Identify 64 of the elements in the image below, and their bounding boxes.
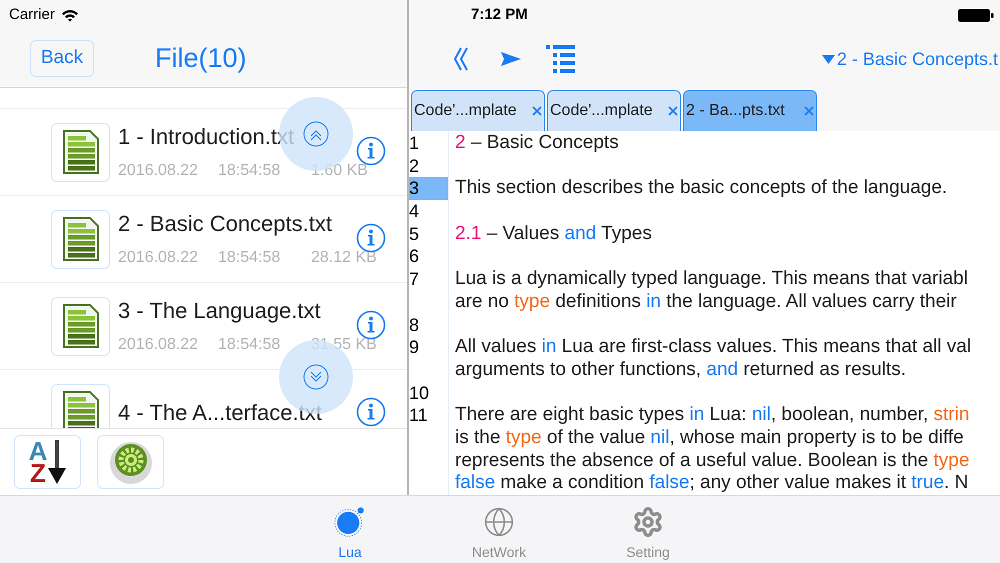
dropdown-caret-icon bbox=[822, 54, 835, 64]
document-tab[interactable]: Code'...mplate bbox=[411, 90, 545, 131]
carrier-label: Carrier bbox=[9, 4, 55, 25]
file-time: 18:54:58 bbox=[218, 162, 282, 180]
info-icon[interactable] bbox=[356, 310, 386, 340]
wifi-icon bbox=[60, 8, 79, 22]
close-icon[interactable] bbox=[804, 106, 814, 116]
document-icon bbox=[62, 129, 100, 175]
file-date: 2016.08.22 bbox=[118, 249, 200, 267]
line-number: 2 bbox=[409, 154, 420, 178]
double-chevron-left-icon[interactable] bbox=[454, 47, 468, 71]
code-line: is the type of the value nil, whose main property is to be diffe bbox=[455, 426, 964, 448]
file-size: 1.60 KB bbox=[311, 162, 368, 180]
settings-button[interactable] bbox=[97, 435, 164, 489]
document-icon bbox=[62, 216, 100, 262]
code-line: 2 – Basic Concepts bbox=[455, 132, 619, 153]
close-icon[interactable] bbox=[532, 106, 542, 116]
document-menu[interactable]: 2 - Basic Concepts.t bbox=[822, 46, 998, 72]
file-name: 2 - Basic Concepts.txt bbox=[118, 211, 332, 237]
code-line: represents the absence of a useful value. Boolean is the type bbox=[455, 450, 970, 471]
battery-icon bbox=[958, 9, 994, 22]
code-line: There are eight basic types in Lua: nil, boolean, number, strin bbox=[455, 404, 970, 426]
globe-icon bbox=[482, 506, 516, 538]
line-number: 1 bbox=[409, 132, 420, 155]
down-arrow-icon bbox=[48, 440, 66, 484]
file-time: 18:54:58 bbox=[218, 249, 282, 267]
line-number: 10 bbox=[409, 382, 430, 404]
back-button[interactable]: Back bbox=[30, 40, 94, 77]
line-number: 8 bbox=[409, 314, 420, 336]
sort-button[interactable]: A Z bbox=[14, 435, 81, 489]
code-line: Lua is a dynamically typed language. This means that variabl bbox=[455, 268, 968, 290]
list-icon[interactable] bbox=[546, 45, 576, 73]
code-line: false make a condition false; any other value makes it true. N bbox=[455, 472, 968, 494]
code-line: All values in Lua are first-class values. This means that all val bbox=[455, 336, 972, 358]
line-number: 6 bbox=[409, 245, 420, 268]
tab-bar-item[interactable]: Lua bbox=[310, 496, 390, 563]
file-date: 2016.08.22 bbox=[118, 336, 200, 354]
info-icon[interactable] bbox=[356, 223, 386, 253]
info-icon[interactable] bbox=[356, 136, 386, 166]
info-icon[interactable] bbox=[356, 397, 386, 427]
file-time: 18:54:58 bbox=[218, 336, 282, 354]
settings-icon bbox=[632, 506, 664, 538]
line-number: 11 bbox=[409, 404, 429, 427]
document-tab[interactable]: 2 - Ba...pts.txt bbox=[683, 90, 817, 131]
document-tab[interactable]: Code'...mplate bbox=[547, 90, 681, 131]
code-line: 2.1 – Values and Types bbox=[455, 222, 652, 244]
line-number: 3 bbox=[409, 177, 448, 200]
code-line: This section describes the basic concepts of the language. bbox=[455, 177, 948, 198]
line-number: 9 bbox=[409, 336, 420, 359]
gear-icon bbox=[108, 439, 154, 485]
clock-label: 7:12 PM bbox=[471, 4, 528, 25]
code-line: arguments to other functions, and returned as results. bbox=[455, 358, 906, 380]
code-line: are no type definitions in the language. All values carry their bbox=[455, 290, 957, 312]
file-name: 3 - The Language.txt bbox=[118, 298, 321, 324]
line-number: 4 bbox=[409, 200, 420, 223]
screen-title: File(10) bbox=[155, 42, 247, 76]
document-icon bbox=[62, 390, 100, 428]
line-number: 5 bbox=[409, 222, 420, 246]
document-icon bbox=[62, 303, 100, 349]
close-icon[interactable] bbox=[668, 106, 678, 116]
file-name: 4 - The A...terface.txt bbox=[118, 400, 322, 426]
line-number: 7 bbox=[409, 268, 420, 291]
play-icon[interactable] bbox=[501, 52, 521, 66]
file-date: 2016.08.22 bbox=[118, 162, 200, 180]
